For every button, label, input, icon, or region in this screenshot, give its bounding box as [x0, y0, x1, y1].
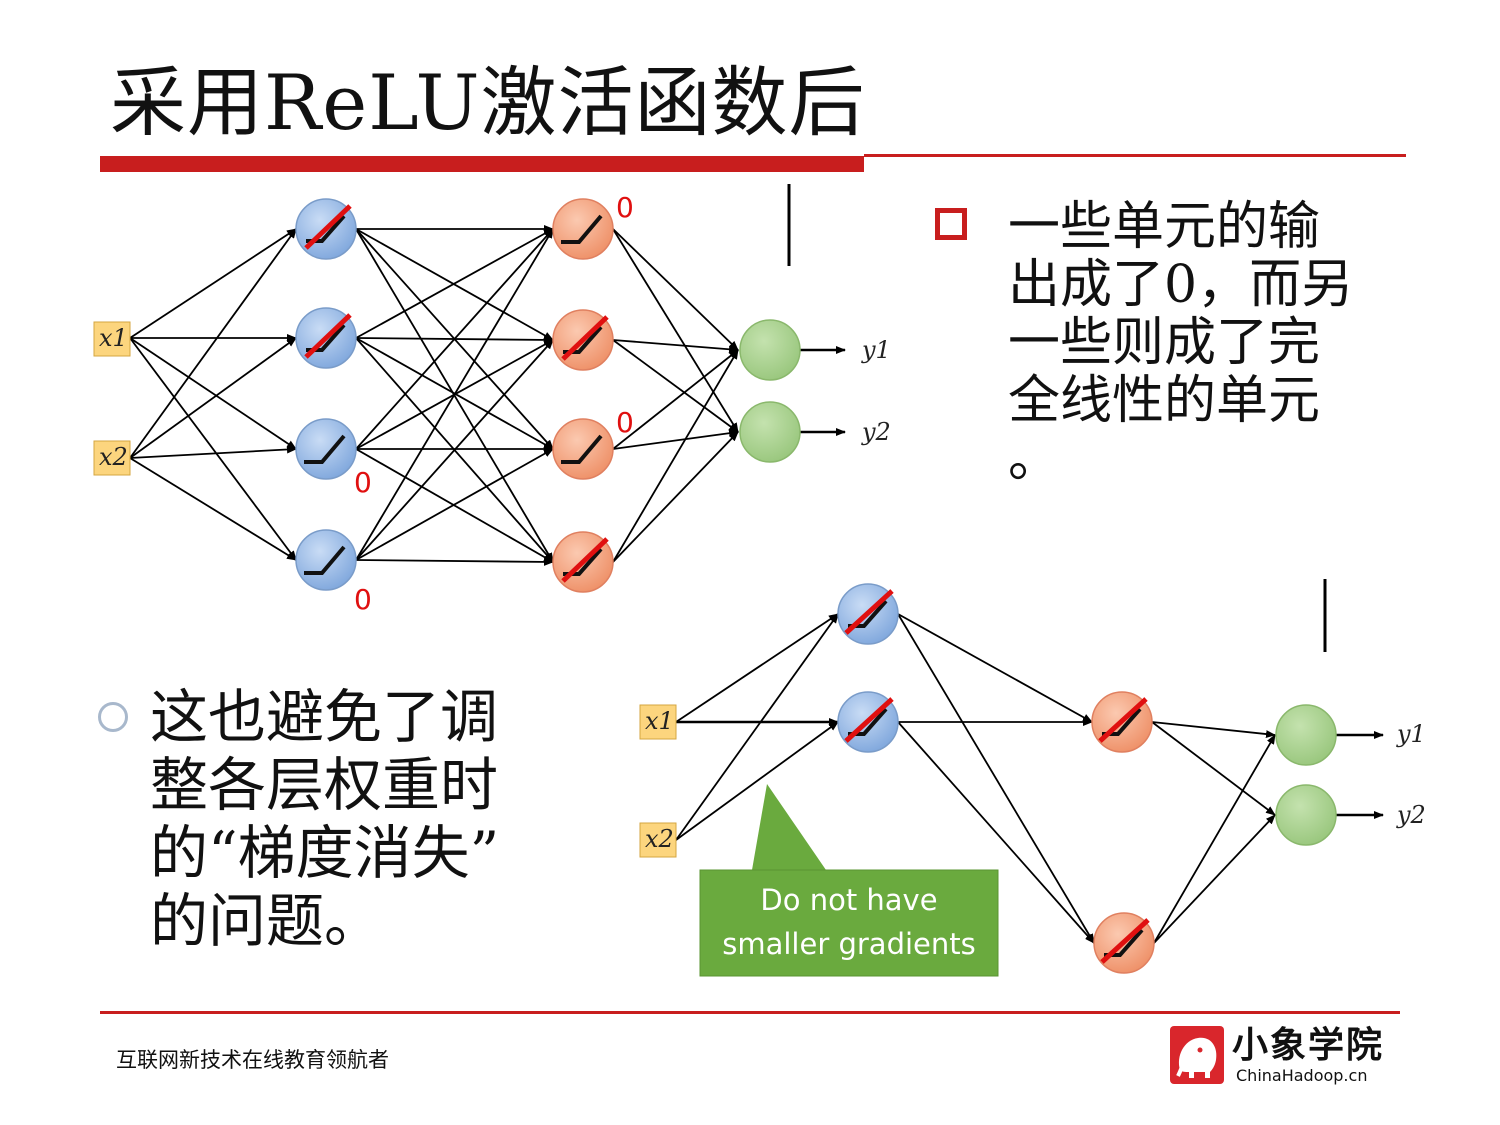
bullet-top-line: 。 — [1008, 429, 1061, 489]
callout-line-2: smaller gradients — [722, 927, 976, 961]
neuron2-l2-1 — [1091, 691, 1153, 753]
n2-input-label-x2: x2 — [645, 825, 674, 853]
zero-label-l1-4: 0 — [354, 583, 372, 616]
logo-name: 小象学院 — [1232, 1025, 1385, 1066]
n1-input-label-x2: x2 — [99, 443, 128, 471]
bullet-top-text: 一些单元的输 出成了0，而另 一些则成了完 全线性的单元 。 — [1008, 198, 1398, 488]
n1-output-label-y2: y2 — [861, 418, 891, 446]
zero-label-l1-3: 0 — [354, 466, 372, 499]
bullet-square-icon — [935, 208, 967, 240]
bullet-top-line: 全线性的单元 — [1008, 371, 1321, 431]
brand-logo: 小象学院 ChinaHadoop.cn — [1170, 1026, 1400, 1086]
elephant-icon — [1170, 1026, 1224, 1084]
callout-text: Do not have smaller gradients — [700, 878, 998, 966]
neuron-l1-2 — [295, 307, 357, 369]
neuron2-out-1 — [1275, 704, 1337, 766]
n2-output-label-y1: y1 — [1396, 720, 1426, 748]
neuron-l2-4 — [552, 531, 614, 593]
logo-domain: ChinaHadoop.cn — [1236, 1066, 1368, 1085]
neuron2-l2-2 — [1093, 912, 1155, 974]
n2-output-label-y2: y2 — [1396, 801, 1426, 829]
bullet-top-line: 一些单元的输 — [1008, 197, 1321, 257]
footer-slogan: 互联网新技术在线教育领航者 — [116, 1048, 389, 1072]
zero-label-l2-1: 0 — [616, 191, 634, 224]
bullet-bottom-line: 的“梯度消失” — [150, 819, 500, 887]
neuron-l1-3 — [295, 418, 357, 480]
neuron-l2-1 — [552, 198, 614, 260]
zero-label-l2-3: 0 — [616, 406, 634, 439]
n1-input-label-x1: x1 — [99, 324, 128, 352]
callout-line-1: Do not have — [760, 883, 938, 917]
bullet-bottom-line: 这也避免了调 — [150, 683, 499, 751]
neuron-l2-3 — [552, 418, 614, 480]
neuron-l1-1 — [295, 198, 357, 260]
bullet-top-line: 一些则成了完 — [1008, 313, 1321, 373]
neuron-l2-2 — [552, 309, 614, 371]
neuron-l1-4 — [295, 529, 357, 591]
neuron2-out-2 — [1275, 784, 1337, 846]
neuron2-l1-1 — [837, 583, 899, 645]
network-1 — [129, 225, 846, 566]
bullet-bottom-text: 这也避免了调 整各层权重时 的“梯度消失” 的问题。 — [150, 683, 499, 955]
neuron-out-1 — [739, 319, 801, 381]
network-1-neurons — [93, 198, 801, 593]
n2-input-label-x1: x1 — [645, 707, 674, 735]
footer-divider — [100, 1011, 1400, 1014]
bullet-bottom-line: 的问题。 — [150, 887, 383, 955]
bullet-circle-icon — [98, 702, 128, 732]
bullet-bottom-line: 整各层权重时 — [150, 751, 499, 819]
bullet-top-line: 出成了0，而另 — [1008, 255, 1354, 315]
neuron-out-2 — [739, 401, 801, 463]
n1-output-label-y1: y1 — [861, 336, 891, 364]
neuron2-l1-2 — [837, 691, 899, 753]
